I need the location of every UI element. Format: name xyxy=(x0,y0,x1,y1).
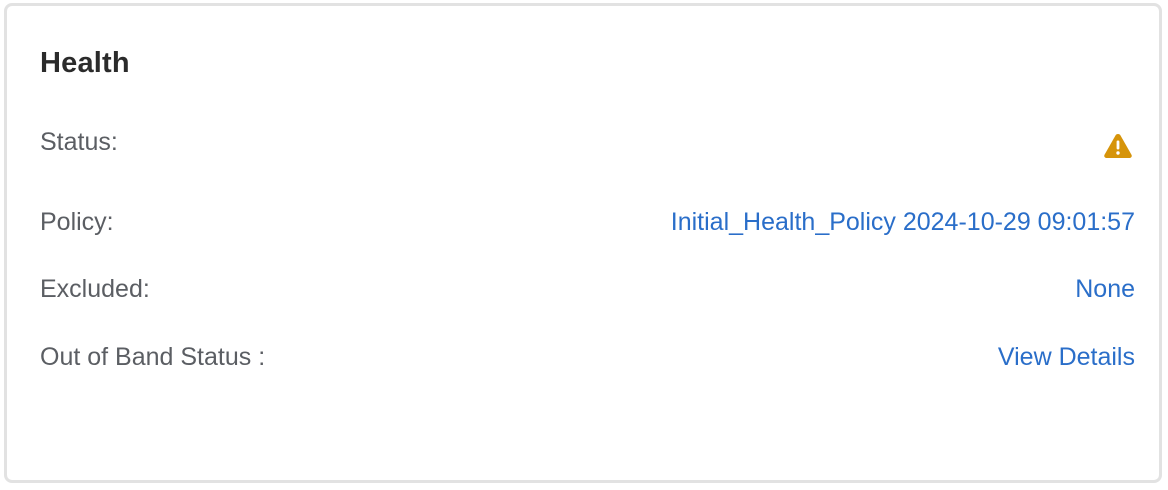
out-of-band-status-row: Out of Band Status : View Details xyxy=(40,340,1135,374)
status-label: Status: xyxy=(40,128,118,156)
status-row: Status: xyxy=(40,125,1135,159)
view-details-link[interactable]: View Details xyxy=(998,340,1135,374)
excluded-row: Excluded: None xyxy=(40,272,1135,306)
warning-icon[interactable] xyxy=(1103,132,1133,160)
card-title: Health xyxy=(40,47,130,79)
excluded-label: Excluded: xyxy=(40,275,150,303)
health-card: Health Status: Policy: Initial_Health_Po… xyxy=(4,3,1162,483)
out-of-band-status-label: Out of Band Status : xyxy=(40,343,266,371)
excluded-link[interactable]: None xyxy=(1075,272,1135,306)
policy-link[interactable]: Initial_Health_Policy 2024-10-29 09:01:5… xyxy=(671,205,1135,239)
policy-row: Policy: Initial_Health_Policy 2024-10-29… xyxy=(40,205,1135,239)
policy-label: Policy: xyxy=(40,208,114,236)
